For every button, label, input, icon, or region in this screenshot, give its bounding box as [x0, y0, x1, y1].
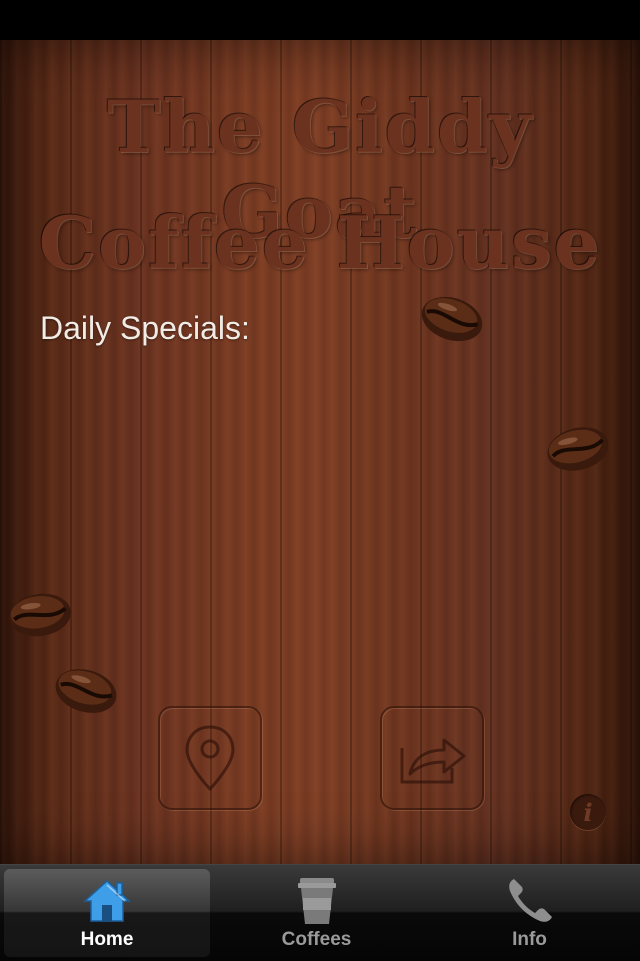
tab-home[interactable]: Home: [4, 869, 210, 957]
info-button[interactable]: i: [570, 794, 606, 830]
coffee-bean-icon: [55, 669, 117, 713]
info-icon: i: [583, 797, 593, 827]
tab-info-label: Info: [512, 929, 547, 950]
phone-icon: [508, 879, 552, 922]
tab-coffees-label: Coffees: [281, 929, 352, 950]
home-icon: [83, 879, 131, 922]
app-screen: The Giddy Goat Coffee House Daily Specia…: [0, 40, 640, 864]
share-arrow-icon: [400, 738, 466, 784]
app-title-line-2: Coffee House: [38, 200, 602, 285]
status-bar: [0, 0, 640, 40]
coffee-bean-icon: [9, 593, 71, 637]
coffee-cup-icon: [297, 878, 336, 924]
daily-specials-label: Daily Specials:: [40, 310, 250, 346]
map-button[interactable]: [158, 706, 262, 810]
coffee-bean-icon: [421, 296, 483, 342]
coffee-bean-icon: [547, 427, 609, 471]
share-button[interactable]: [380, 706, 484, 810]
tab-info[interactable]: Info: [423, 865, 636, 961]
tab-home-label: Home: [80, 929, 134, 950]
tab-bar: Home Coffees Info: [0, 864, 640, 961]
tab-coffees[interactable]: Coffees: [210, 865, 423, 961]
map-pin-icon: [185, 725, 235, 792]
